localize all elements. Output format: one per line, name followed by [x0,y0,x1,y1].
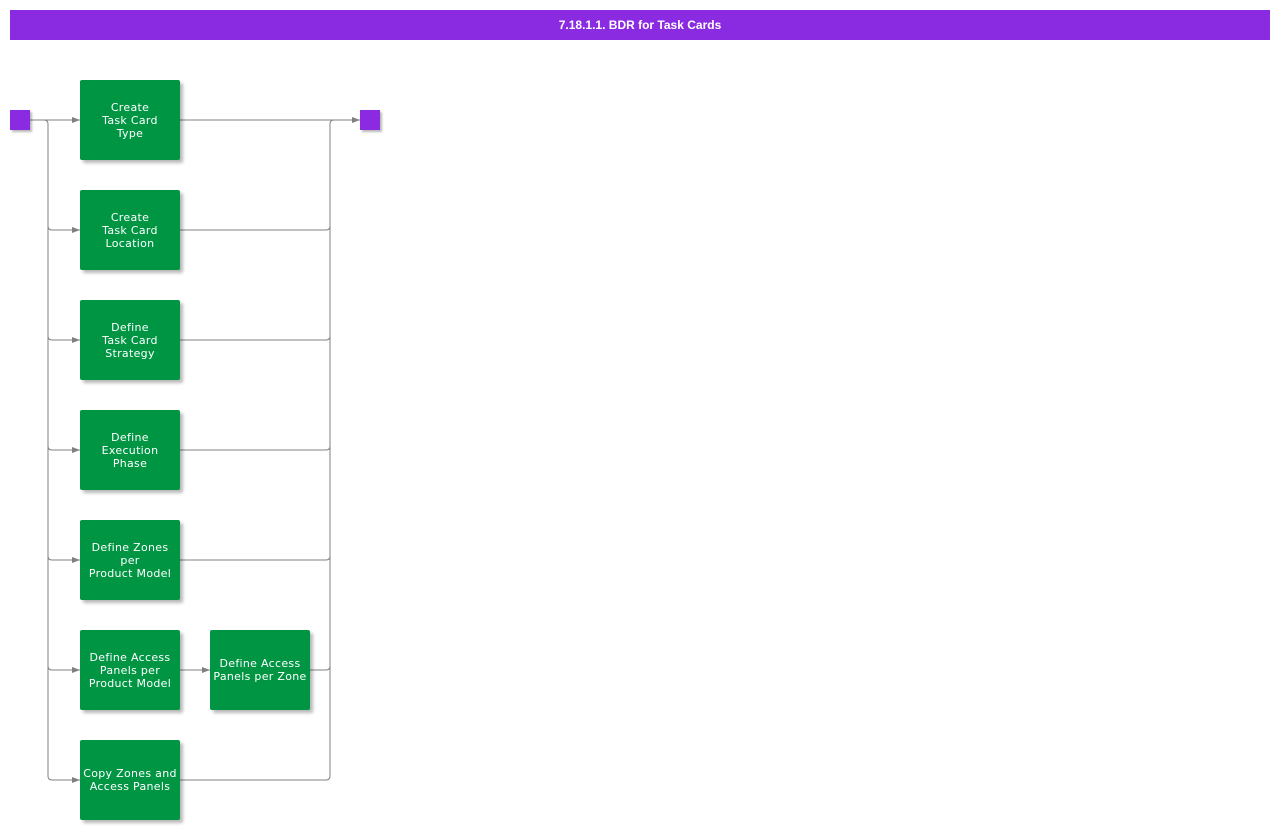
edge-define-execution-phase-to-end [180,445,331,451]
node-define-execution-phase[interactable]: Define Execution Phase [80,410,180,490]
edge-create-task-card-location-to-end [180,225,331,231]
node-create-task-card-location[interactable]: Create Task Card Location [80,190,180,270]
node-define-task-card-strategy[interactable]: Define Task Card Strategy [80,300,180,380]
edge-define-task-card-strategy-to-end [180,335,331,341]
start-node [10,110,30,130]
node-define-zones-per-product-model[interactable]: Define Zones per Product Model [80,520,180,600]
node-create-task-card-type[interactable]: Create Task Card Type [80,80,180,160]
edge-start-to-create-task-card-location [47,225,80,233]
edge-start-to-define-execution-phase [47,445,80,453]
edge-define-access-panels-per-zone-to-end [310,665,331,671]
end-node [360,110,380,130]
edge-define-zones-per-product-model-to-end [180,555,331,561]
node-define-access-panels-per-product-model[interactable]: Define Access Panels per Product Model [80,630,180,710]
edge-start-to-define-access-panels-per-product-model [47,665,80,673]
edge-start-to-define-zones-per-product-model [47,555,80,563]
node-copy-zones-and-access-panels[interactable]: Copy Zones and Access Panels [80,740,180,820]
edge-start-to-define-task-card-strategy [47,335,80,343]
node-define-access-panels-per-zone[interactable]: Define Access Panels per Zone [210,630,310,710]
connector-lines [30,117,360,783]
